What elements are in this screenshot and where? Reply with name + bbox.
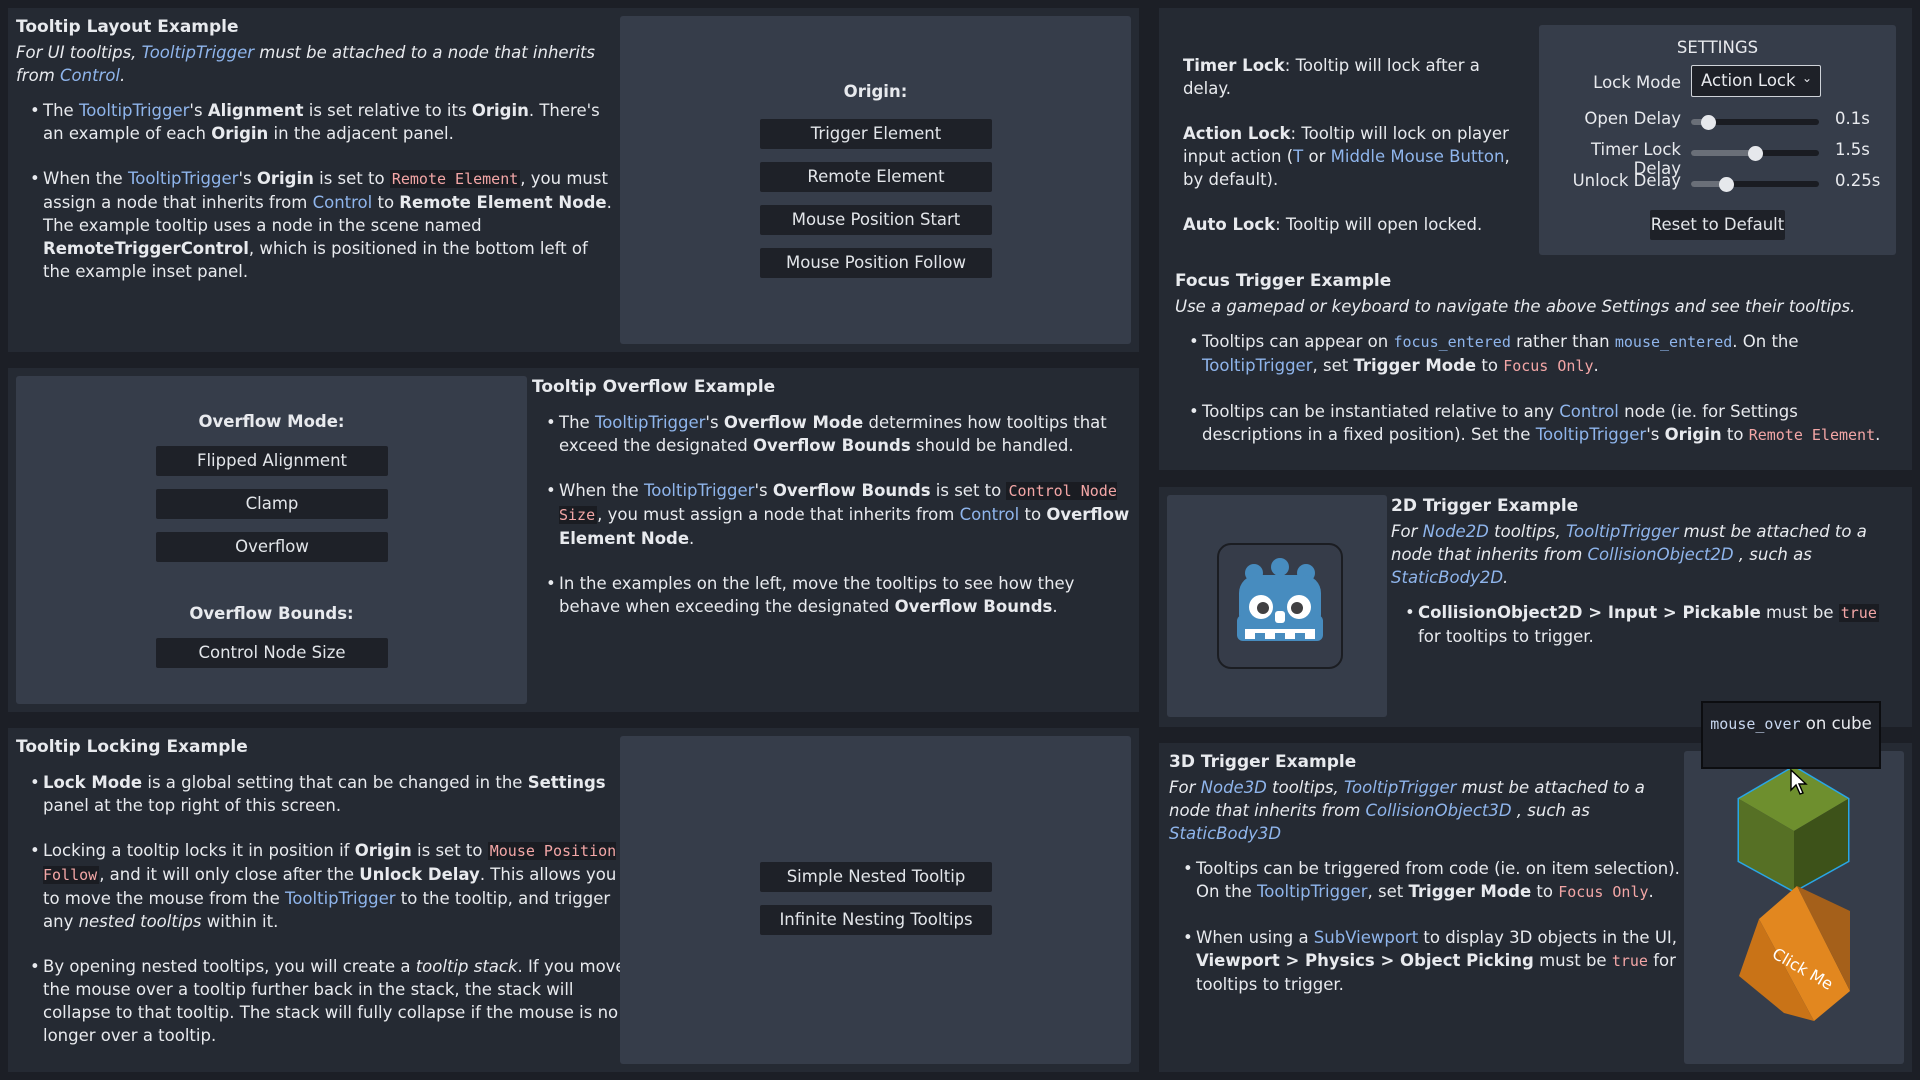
trigger-3d-subtitle: For Node3D tooltips, TooltipTrigger must… (1169, 778, 1645, 843)
settings-focus-panel: Timer Lock: Tooltip will lock after a de… (1159, 8, 1912, 470)
lock-mode-dropdown[interactable]: Action Lock ⌄ (1691, 65, 1821, 97)
open-delay-value: 0.1s (1835, 109, 1870, 128)
lock-mode-value: Action Lock (1701, 71, 1796, 90)
auto-lock-desc: Auto Lock: Tooltip will open locked. (1183, 215, 1483, 234)
overflow-bullet-1: The TooltipTrigger's Overflow Mode deter… (532, 411, 1132, 457)
trigger-2d-panel: 2D Trigger Example For Node2D tooltips, … (1159, 487, 1912, 727)
overflow-title: Tooltip Overflow Example (532, 377, 776, 397)
lock-mode-label: Lock Mode (1593, 73, 1681, 92)
layout-bullet-1: The TooltipTrigger's Alignment is set re… (16, 99, 616, 145)
trigger-3d-bullet-2: When using a SubViewport to display 3D o… (1169, 926, 1689, 996)
flipped-alignment-button[interactable]: Flipped Alignment (156, 446, 388, 476)
open-delay-label: Open Delay (1584, 109, 1681, 128)
trigger-element-button[interactable]: Trigger Element (760, 119, 992, 149)
godot-icon-inset (1167, 495, 1387, 717)
overflow-bounds-label: Overflow Bounds: (189, 604, 354, 623)
overflow-button[interactable]: Overflow (156, 532, 388, 562)
slider-handle[interactable] (1701, 114, 1717, 130)
remote-element-button[interactable]: Remote Element (760, 162, 992, 192)
timer-lock-delay-slider[interactable] (1691, 145, 1819, 161)
link-tooltiptrigger: TooltipTrigger (141, 43, 255, 62)
settings-box: SETTINGS Lock Mode Action Lock ⌄ Open De… (1539, 25, 1896, 255)
action-lock-desc: Action Lock: Tooltip will lock on player… (1183, 124, 1510, 189)
trigger-2d-title: 2D Trigger Example (1391, 496, 1579, 516)
mouse-cursor-icon (1790, 768, 1808, 795)
focus-bullet-2: Tooltips can be instantiated relative to… (1175, 400, 1900, 447)
mouse-position-follow-button[interactable]: Mouse Position Follow (760, 248, 992, 278)
layout-subtitle: For UI tooltips, TooltipTrigger must be … (16, 43, 596, 85)
mouse-position-start-button[interactable]: Mouse Position Start (760, 205, 992, 235)
simple-nested-tooltip-button[interactable]: Simple Nested Tooltip (760, 862, 992, 892)
trigger-3d-bullet-1: Tooltips can be triggered from code (ie.… (1169, 857, 1689, 904)
tooltip-layout-panel: Tooltip Layout Example For UI tooltips, … (8, 8, 1139, 352)
timer-lock-delay-value: 1.5s (1835, 140, 1870, 159)
layout-bullet-2: When the TooltipTrigger's Origin is set … (16, 167, 616, 283)
focus-title: Focus Trigger Example (1175, 271, 1392, 291)
origin-inset-panel: Origin: Trigger Element Remote Element M… (620, 16, 1131, 344)
tooltip-text: on cube (1800, 714, 1872, 733)
locking-inset-panel: Simple Nested Tooltip Infinite Nesting T… (620, 736, 1131, 1064)
viewport-3d-inset: Click Me (1684, 751, 1904, 1064)
unlock-delay-value: 0.25s (1835, 171, 1881, 190)
unlock-delay-slider[interactable] (1691, 176, 1819, 192)
slider-handle[interactable] (1719, 176, 1735, 192)
tooltip-locking-panel: Tooltip Locking Example Lock Mode is a g… (8, 728, 1139, 1072)
tooltip-code: mouse_over (1710, 715, 1801, 733)
trigger-3d-title: 3D Trigger Example (1169, 752, 1357, 772)
timer-lock-desc: Timer Lock: Tooltip will lock after a de… (1183, 56, 1480, 98)
trigger-2d-subtitle: For Node2D tooltips, TooltipTrigger must… (1391, 522, 1867, 587)
link-control: Control (60, 66, 121, 85)
locking-bullet-1: Lock Mode is a global setting that can b… (16, 771, 626, 817)
trigger-2d-bullet-1: CollisionObject2D > Input > Pickable mus… (1391, 601, 1891, 648)
godot-logo-icon[interactable] (1217, 543, 1343, 669)
overflow-bullet-2: When the TooltipTrigger's Overflow Bound… (532, 479, 1132, 550)
focus-bullet-1: Tooltips can appear on focus_entered rat… (1175, 330, 1900, 378)
unlock-delay-label: Unlock Delay (1572, 171, 1681, 190)
clamp-button[interactable]: Clamp (156, 489, 388, 519)
focus-subtitle: Use a gamepad or keyboard to navigate th… (1175, 297, 1856, 316)
overflow-mode-label: Overflow Mode: (198, 412, 345, 431)
slider-handle[interactable] (1747, 145, 1763, 161)
chevron-down-icon: ⌄ (1801, 71, 1812, 85)
locking-bullet-2: Locking a tooltip locks it in position i… (16, 839, 626, 933)
open-delay-slider[interactable] (1691, 114, 1819, 130)
layout-title: Tooltip Layout Example (16, 17, 239, 37)
settings-title: SETTINGS (1676, 38, 1759, 57)
godot-logo-svg (1237, 558, 1323, 641)
control-node-size-button[interactable]: Control Node Size (156, 638, 388, 668)
locking-bullet-3: By opening nested tooltips, you will cre… (16, 955, 626, 1047)
click-me-cube-icon[interactable]: Click Me (1739, 886, 1850, 1021)
overflow-bullet-3: In the examples on the left, move the to… (532, 572, 1132, 618)
overflow-inset-panel: Overflow Mode: Flipped Alignment Clamp O… (16, 376, 527, 704)
mouse-over-tooltip: mouse_over on cube (1701, 701, 1881, 769)
locking-title: Tooltip Locking Example (16, 737, 248, 757)
origin-label: Origin: (843, 82, 908, 101)
infinite-nesting-tooltips-button[interactable]: Infinite Nesting Tooltips (760, 905, 992, 935)
tooltip-overflow-panel: Overflow Mode: Flipped Alignment Clamp O… (8, 368, 1139, 712)
cubes-svg: Click Me (1737, 765, 1850, 1021)
reset-to-default-button[interactable]: Reset to Default (1650, 210, 1785, 240)
